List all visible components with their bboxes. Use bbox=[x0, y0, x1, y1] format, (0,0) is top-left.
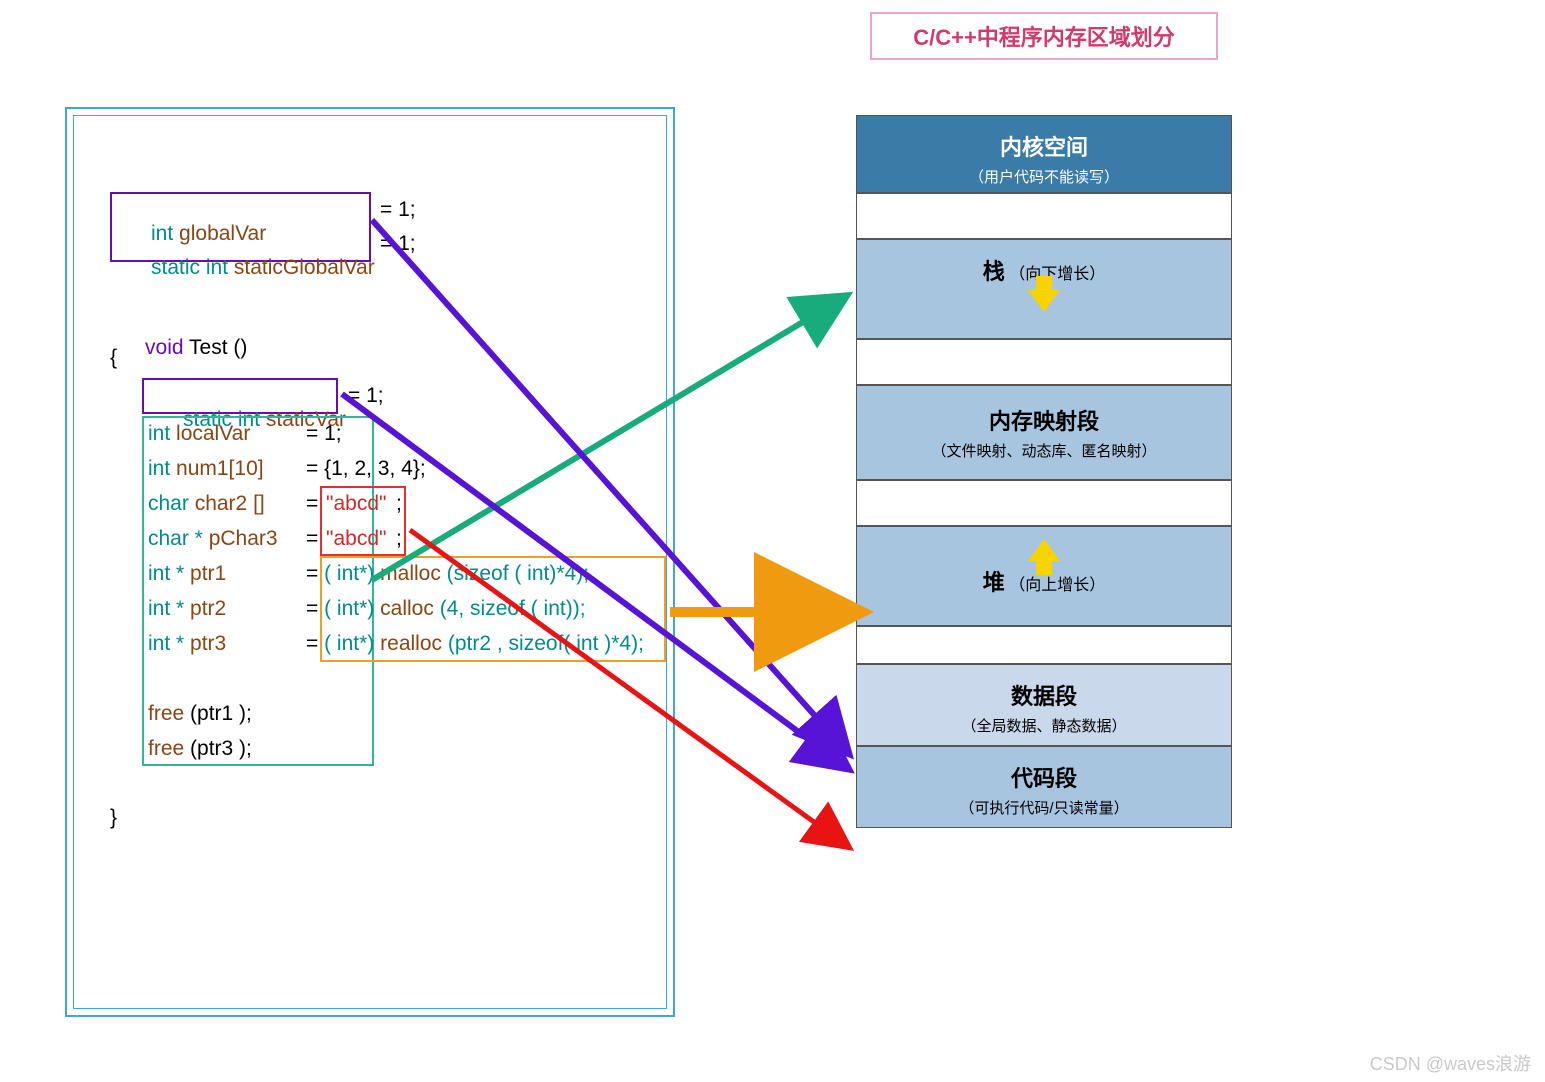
code-num1-assign: = {1, 2, 3, 4}; bbox=[306, 457, 426, 481]
code-char2-eq: = bbox=[306, 492, 318, 516]
memory-layout-column: 内核空间 （用户代码不能读写） 栈 （向下增长） 内存映射段 （文件映射、动态库… bbox=[856, 115, 1232, 828]
code-func: void Test () bbox=[110, 312, 247, 384]
code-pchar3-semi: ; bbox=[396, 527, 402, 551]
watermark: CSDN @waves浪游 bbox=[1370, 1050, 1531, 1076]
code-open-brace: { bbox=[110, 346, 117, 370]
code-num1: int num1[10] bbox=[148, 457, 264, 481]
mem-kernel: 内核空间 （用户代码不能读写） bbox=[856, 115, 1232, 193]
code-char2-lit: "abcd" bbox=[326, 492, 386, 516]
code-ptr2: int * ptr2 bbox=[148, 597, 226, 621]
code-static-global-assign: = 1; bbox=[380, 232, 416, 256]
code-ptr3: int * ptr3 bbox=[148, 632, 226, 656]
mem-heap: 堆 （向上增长） bbox=[856, 526, 1232, 626]
code-panel-outer: int globalVar = 1; static int staticGlob… bbox=[65, 107, 675, 1017]
arrow-up-icon bbox=[1028, 539, 1060, 561]
mem-gap-2 bbox=[856, 339, 1232, 385]
mem-stack: 栈 （向下增长） bbox=[856, 239, 1232, 339]
code-char2-semi: ; bbox=[396, 492, 402, 516]
code-localvar-assign: = 1; bbox=[306, 422, 342, 446]
code-pchar3-eq: = bbox=[306, 527, 318, 551]
mem-gap-1 bbox=[856, 193, 1232, 239]
code-free1: free (ptr1 ); bbox=[148, 702, 252, 726]
mem-data: 数据段 （全局数据、静态数据） bbox=[856, 664, 1232, 746]
code-free3: free (ptr3 ); bbox=[148, 737, 252, 761]
mem-code: 代码段 （可执行代码/只读常量） bbox=[856, 746, 1232, 828]
code-localvar: int localVar bbox=[148, 422, 250, 446]
code-char2: char char2 [] bbox=[148, 492, 265, 516]
code-ptr3-rhs: = ( int*) realloc (ptr2 , sizeof( int )*… bbox=[306, 632, 644, 656]
code-close-brace: } bbox=[110, 806, 117, 830]
code-panel-inner: int globalVar = 1; static int staticGlob… bbox=[73, 115, 667, 1009]
code-ptr1-rhs: = ( int*) malloc (sizeof ( int)*4); bbox=[306, 562, 589, 586]
arrow-down-icon bbox=[1028, 290, 1060, 312]
code-ptr2-rhs: = ( int*) calloc (4, sizeof ( int)); bbox=[306, 597, 586, 621]
code-global-assign: = 1; bbox=[380, 198, 416, 222]
code-ptr1: int * ptr1 bbox=[148, 562, 226, 586]
mem-gap-4 bbox=[856, 626, 1232, 664]
code-pchar3-lit: "abcd" bbox=[326, 527, 386, 551]
mem-gap-3 bbox=[856, 480, 1232, 526]
diagram-title: C/C++中程序内存区域划分 bbox=[870, 12, 1218, 60]
code-static-global: static int staticGlobalVar bbox=[116, 232, 375, 304]
mem-mmap: 内存映射段 （文件映射、动态库、匿名映射） bbox=[856, 385, 1232, 480]
code-static-local-assign: = 1; bbox=[348, 384, 384, 408]
code-pchar3: char * pChar3 bbox=[148, 527, 278, 551]
